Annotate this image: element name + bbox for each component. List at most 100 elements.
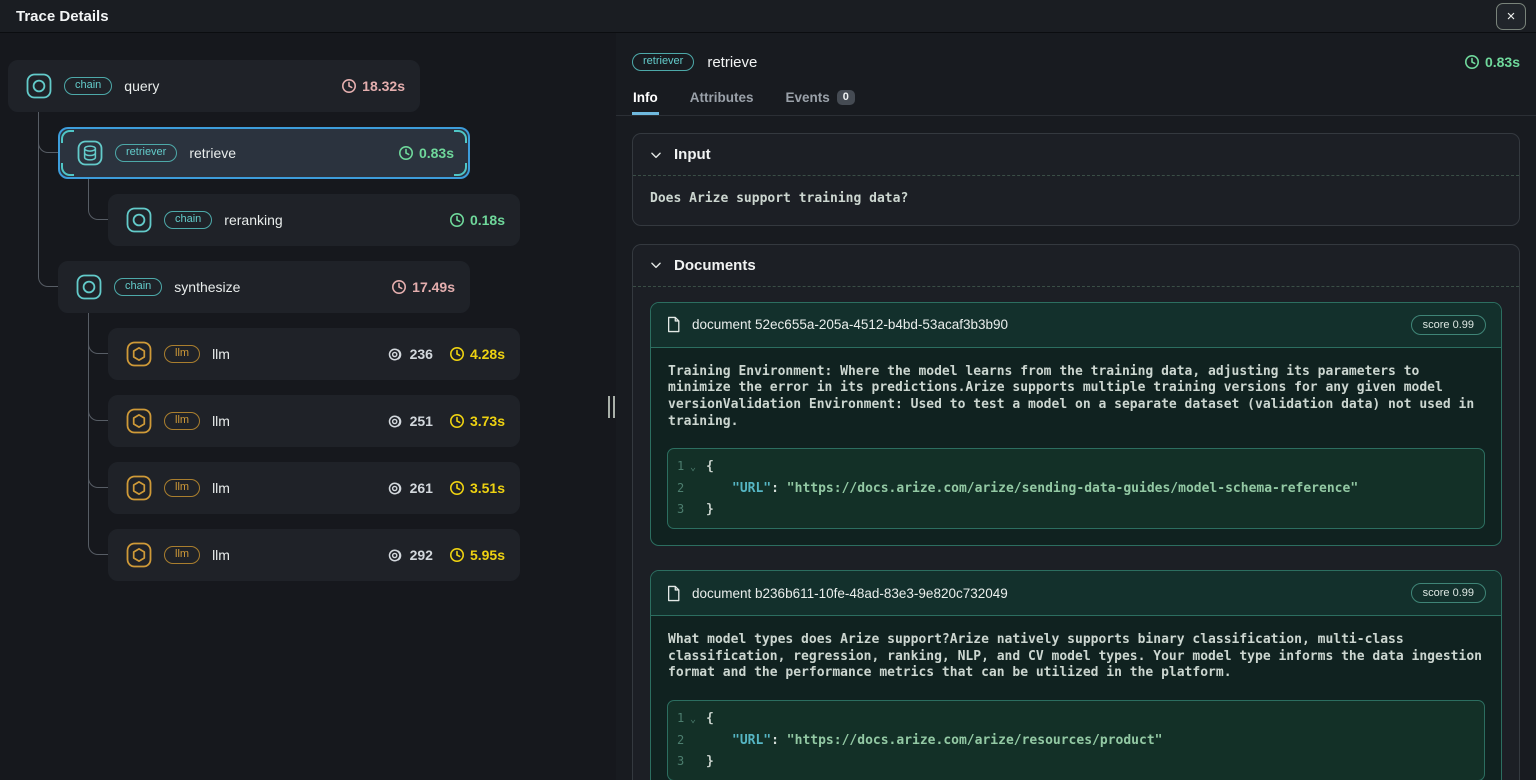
- clock-icon: [341, 78, 357, 94]
- code-line: 3}: [668, 751, 1484, 772]
- span-detail-panel: retriever retrieve 0.83s Info Attributes…: [616, 33, 1536, 780]
- span-duration: 17.49s: [391, 279, 455, 295]
- documents-section-title: Documents: [674, 257, 756, 274]
- span-name: synthesize: [174, 279, 240, 295]
- tree-span-row-llm-6[interactable]: llmllm2613.51s: [108, 462, 520, 514]
- chevron-down-icon: [649, 258, 663, 272]
- detail-tabs: Info Attributes Events 0: [616, 81, 1536, 116]
- code-line: 3}: [668, 499, 1484, 520]
- span-duration: 3.51s: [449, 480, 505, 496]
- code-fold-chevron-icon[interactable]: ⌄: [690, 457, 706, 478]
- json-key: "URL": [732, 733, 771, 748]
- document-title: document 52ec655a-205a-4512-b4bd-53acaf3…: [692, 317, 1008, 332]
- close-icon: ×: [1507, 8, 1516, 25]
- llm-hexagon-icon: [126, 475, 152, 501]
- span-kind-badge: llm: [164, 546, 200, 564]
- span-kind-badge: chain: [114, 278, 162, 296]
- tab-attributes[interactable]: Attributes: [689, 81, 755, 115]
- span-title: retrieve: [707, 54, 757, 71]
- input-section-title: Input: [674, 146, 711, 163]
- tree-span-row-llm-5[interactable]: llmllm2513.73s: [108, 395, 520, 447]
- panel-splitter[interactable]: [606, 33, 616, 780]
- document-icon: [666, 316, 681, 333]
- span-name: llm: [212, 547, 230, 563]
- span-kind-badge: llm: [164, 479, 200, 497]
- tab-events[interactable]: Events 0: [785, 81, 856, 115]
- llm-hexagon-icon: [126, 341, 152, 367]
- trace-details-dialog: Trace Details × chain query 18.32s retrieve…: [0, 0, 1536, 780]
- llm-hexagon-icon: [126, 542, 152, 568]
- tree-span-row-llm-4[interactable]: llmllm2364.28s: [108, 328, 520, 380]
- trace-tree: chain query 18.32s retriever retrieve 0.83s ch…: [0, 33, 606, 780]
- events-count-badge: 0: [837, 90, 855, 105]
- document-metadata-json: 1⌄{2"URL": "https://docs.arize.com/arize…: [667, 700, 1485, 780]
- clock-icon: [449, 547, 465, 563]
- token-count: 292: [388, 547, 433, 564]
- span-duration: 0.83s: [398, 145, 454, 161]
- span-name: llm: [212, 346, 230, 362]
- clock-icon: [391, 279, 407, 295]
- tab-info[interactable]: Info: [632, 81, 659, 115]
- documents-section-header[interactable]: Documents: [633, 245, 1519, 287]
- token-count-icon: [388, 547, 405, 564]
- span-kind-badge: chain: [64, 77, 112, 95]
- clock-icon: [1464, 54, 1480, 70]
- documents-section: Documents document 52ec655a-205a-4512-b4…: [632, 244, 1520, 780]
- span-duration: 18.32s: [341, 78, 405, 94]
- span-kind-badge: chain: [164, 211, 212, 229]
- tree-span-row-reranking[interactable]: chain reranking 0.18s: [108, 194, 520, 246]
- span-name: query: [124, 78, 159, 94]
- chevron-down-icon: [649, 148, 663, 162]
- input-section: Input Does Arize support training data?: [632, 133, 1520, 226]
- chain-span-icon: [26, 73, 52, 99]
- detail-content: Input Does Arize support training data? …: [616, 116, 1536, 780]
- document-score-badge: score 0.99: [1411, 583, 1486, 603]
- token-count-icon: [388, 346, 405, 363]
- tree-span-row-synthesize[interactable]: chain synthesize 17.49s: [58, 261, 470, 313]
- chain-span-icon: [76, 274, 102, 300]
- span-name: reranking: [224, 212, 282, 228]
- document-text: Training Environment: Where the model le…: [651, 348, 1501, 445]
- span-kind-badge: llm: [164, 345, 200, 363]
- input-section-header[interactable]: Input: [633, 134, 1519, 176]
- document-icon: [666, 585, 681, 602]
- chain-span-icon: [126, 207, 152, 233]
- tree-span-row-retrieve[interactable]: retriever retrieve 0.83s: [58, 127, 470, 179]
- span-duration: 5.95s: [449, 547, 505, 563]
- span-kind-badge: retriever: [115, 144, 177, 162]
- close-button[interactable]: ×: [1496, 3, 1526, 30]
- json-value-url: "https://docs.arize.com/arize/resources/…: [787, 733, 1163, 748]
- span-duration: 0.18s: [449, 212, 505, 228]
- page-title: Trace Details: [16, 8, 109, 25]
- topbar: Trace Details ×: [0, 0, 1536, 33]
- token-count: 251: [388, 413, 433, 430]
- span-name: llm: [212, 413, 230, 429]
- json-value-url: "https://docs.arize.com/arize/sending-da…: [787, 481, 1358, 496]
- span-kind-badge: retriever: [632, 53, 694, 71]
- token-count: 236: [388, 346, 433, 363]
- clock-icon: [449, 480, 465, 496]
- span-duration: 3.73s: [449, 413, 505, 429]
- tree-span-row-query[interactable]: chain query 18.32s: [8, 60, 420, 112]
- trace-tree-panel: chain query 18.32s retriever retrieve 0.83s ch…: [0, 33, 606, 780]
- token-count-icon: [388, 480, 405, 497]
- document-title: document b236b611-10fe-48ad-83e3-9e820c7…: [692, 586, 1008, 601]
- document-card-header: document b236b611-10fe-48ad-83e3-9e820c7…: [651, 571, 1501, 616]
- document-score-badge: score 0.99: [1411, 315, 1486, 335]
- clock-icon: [398, 145, 414, 161]
- document-list: document 52ec655a-205a-4512-b4bd-53acaf3…: [633, 287, 1519, 780]
- code-fold-chevron-icon[interactable]: ⌄: [690, 709, 706, 730]
- span-name: llm: [212, 480, 230, 496]
- clock-icon: [449, 212, 465, 228]
- splitter-handle-icon[interactable]: [608, 396, 615, 418]
- span-name: retrieve: [189, 145, 236, 161]
- input-text: Does Arize support training data?: [650, 191, 1502, 208]
- span-duration: 0.83s: [1464, 54, 1520, 70]
- clock-icon: [449, 346, 465, 362]
- tree-span-row-llm-7[interactable]: llmllm 292 5.95s: [108, 529, 520, 581]
- code-line: 2"URL": "https://docs.arize.com/arize/se…: [668, 478, 1484, 499]
- llm-hexagon-icon: [126, 408, 152, 434]
- json-key: "URL": [732, 481, 771, 496]
- document-metadata-json: 1⌄{2"URL": "https://docs.arize.com/arize…: [667, 448, 1485, 529]
- code-line: 1⌄{: [668, 708, 1484, 730]
